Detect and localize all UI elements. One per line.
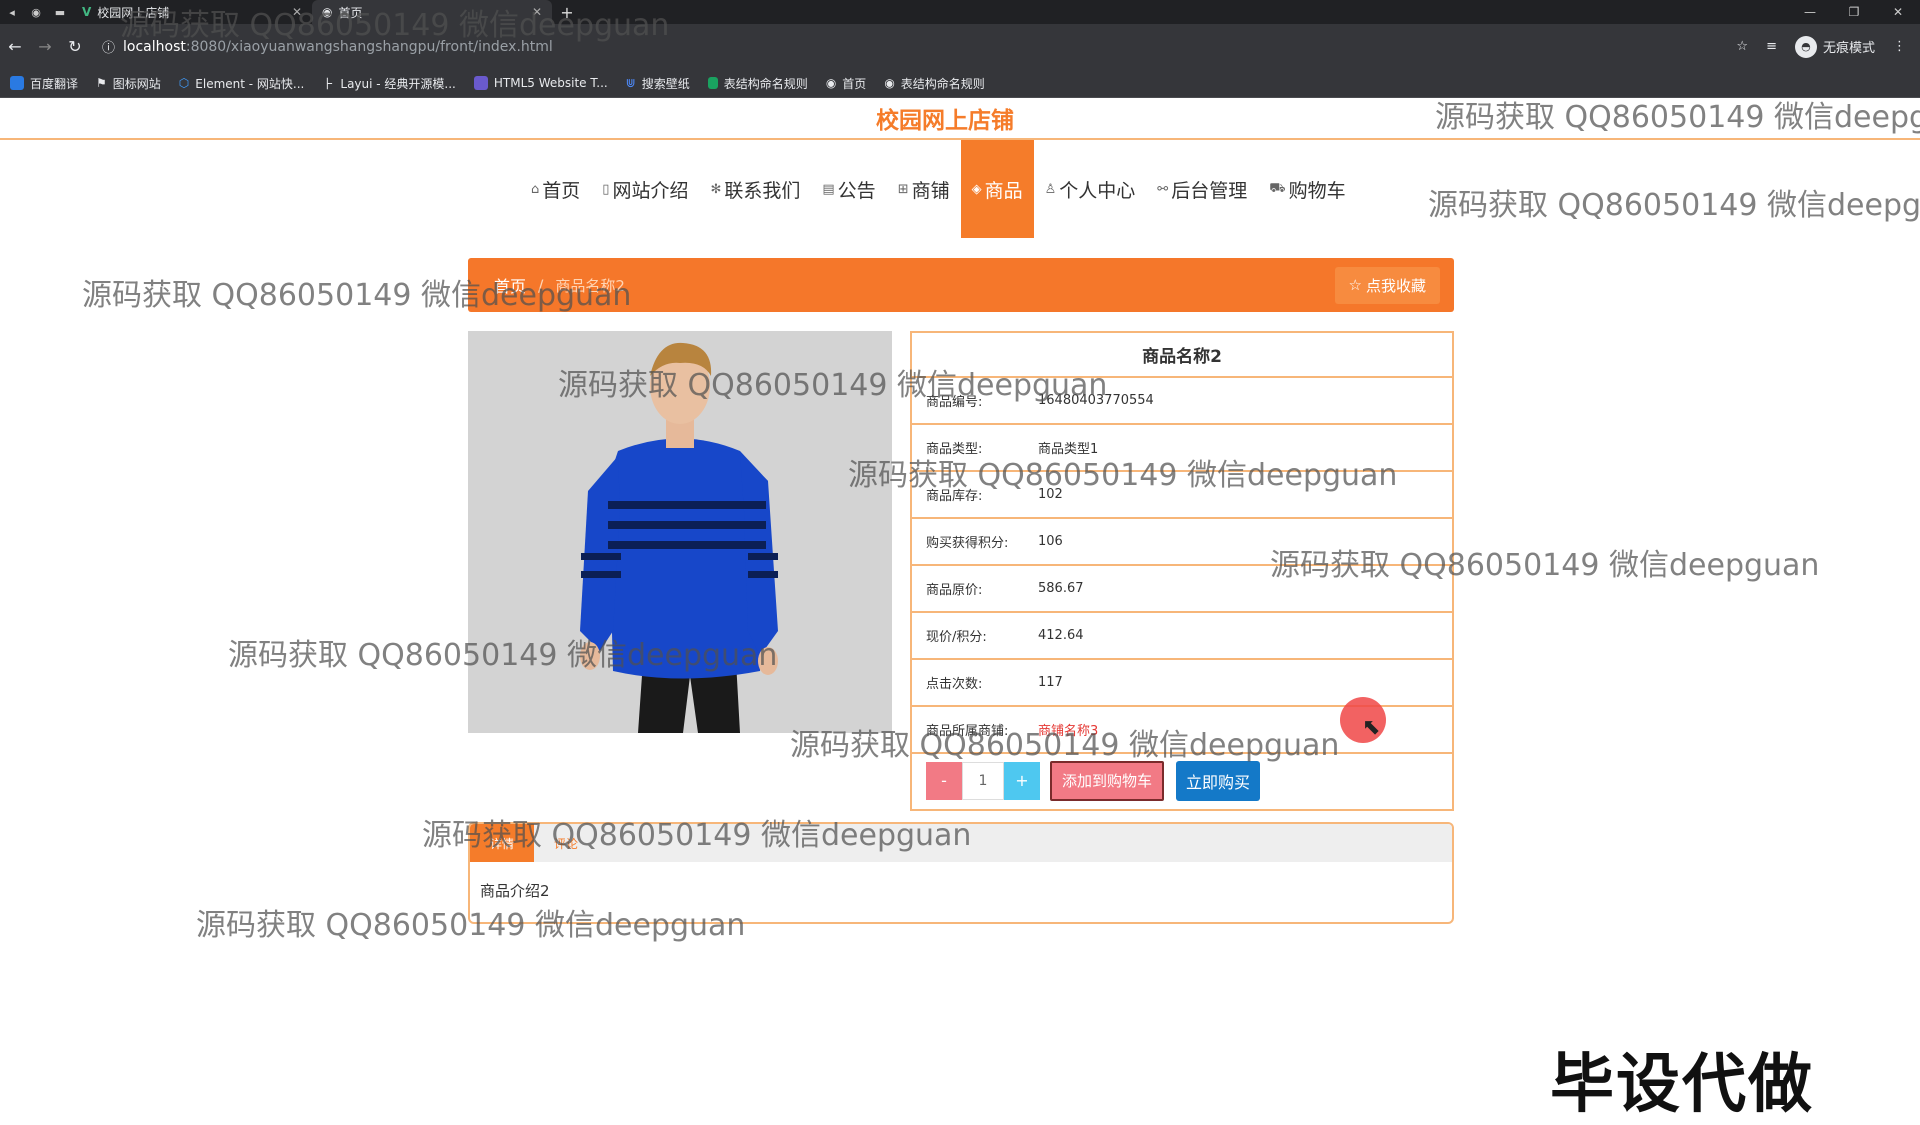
bookmark-item[interactable]: ⚑ 图标网站 bbox=[96, 75, 161, 92]
bookmark-item[interactable]: HTML5 Website T... bbox=[473, 76, 608, 90]
watermark: 源码获取 QQ86050149 微信deepguan bbox=[196, 908, 746, 943]
quantity-input[interactable]: 1 bbox=[962, 761, 1004, 800]
close-window-icon[interactable]: ✕ bbox=[1876, 5, 1920, 19]
nav-item-cart[interactable]: ⛟ 购物车 bbox=[1258, 140, 1356, 238]
bookmark-item[interactable]: ⋓ 搜索壁纸 bbox=[626, 75, 690, 92]
bookmark-item[interactable]: ◉ 首页 bbox=[826, 75, 867, 92]
watermark: 源码获取 QQ86050149 微信deepguan bbox=[422, 818, 972, 853]
element-icon: ⬡ bbox=[178, 76, 190, 90]
nav-item-about[interactable]: ▯ 网站介绍 bbox=[591, 140, 699, 238]
grid-icon: ⊞ bbox=[897, 181, 909, 197]
watermark: 源码获取 QQ86050149 微信deepguan bbox=[82, 278, 632, 313]
home-icon: ⌂ bbox=[531, 181, 540, 197]
watermark: 源码获取 QQ86050149 微信deepguan bbox=[790, 728, 1340, 763]
watermark: 源码获取 QQ86050149 微信deepguan bbox=[228, 638, 778, 673]
nav-item-profile[interactable]: ♙ 个人中心 bbox=[1034, 140, 1147, 238]
window-icon[interactable]: ▬ bbox=[48, 0, 72, 24]
add-to-cart-button[interactable]: 添加到购物车 bbox=[1050, 760, 1165, 801]
file-icon: ▯ bbox=[602, 181, 610, 197]
quantity-stepper: - 1 + bbox=[926, 761, 1040, 800]
bookmark-item[interactable]: 表结构命名规则 bbox=[707, 75, 808, 92]
user-icon: ♙ bbox=[1044, 181, 1057, 197]
menu-icon[interactable]: ⋮ bbox=[1893, 39, 1906, 54]
nav-item-home[interactable]: ⌂ 首页 bbox=[520, 140, 591, 238]
bookmark-item[interactable]: ◉ 表结构命名规则 bbox=[884, 75, 985, 92]
main-nav: ⌂ 首页 ▯ 网站介绍 ✻ 联系我们 ▤ 公告 ⊞ 商铺 ◈ 商品 ♙ 个人中心 ⚯ 后台管理 … bbox=[520, 140, 1357, 238]
corner-overlay-text: 毕设代做 bbox=[1550, 1048, 1814, 1122]
watermark: 源码获取 QQ86050149 微信deepguan bbox=[1428, 188, 1920, 223]
nav-item-shops[interactable]: ⊞ 商铺 bbox=[887, 140, 961, 238]
info-row: 现价/积分: 412.64 bbox=[912, 613, 1452, 660]
reload-icon[interactable]: ↻ bbox=[60, 37, 90, 56]
favorite-button[interactable]: ☆ 点我收藏 bbox=[1334, 266, 1440, 304]
translate-icon bbox=[10, 76, 24, 90]
mouse-cursor-icon: ⬉ bbox=[1362, 715, 1381, 740]
flag-icon: ⚑ bbox=[96, 76, 107, 90]
tab-search-icon[interactable]: ◂ bbox=[0, 0, 24, 24]
incognito-label: 无痕模式 bbox=[1822, 41, 1875, 56]
watermark: 源码获取 QQ86050149 微信deepguan bbox=[120, 8, 670, 43]
asterisk-icon: ✻ bbox=[710, 181, 722, 197]
quantity-decrease-button[interactable]: - bbox=[926, 761, 962, 800]
favorite-label: 点我收藏 bbox=[1365, 276, 1426, 295]
forward-icon[interactable]: → bbox=[30, 37, 60, 56]
bookmark-item[interactable]: ⬡ Element - 网站快... bbox=[179, 75, 305, 92]
wallpaper-icon: ⋓ bbox=[625, 76, 636, 90]
cart-icon: ⛟ bbox=[1269, 180, 1286, 196]
incognito-icon: ◓ bbox=[1794, 35, 1817, 58]
notice-icon: ▤ bbox=[822, 181, 835, 197]
vue-icon: V bbox=[82, 5, 92, 19]
info-icon[interactable]: ⓘ bbox=[102, 37, 115, 56]
minimize-icon[interactable]: — bbox=[1788, 5, 1832, 19]
watermark: 源码获取 QQ86050149 微信deepguan bbox=[848, 458, 1398, 493]
watermark: 源码获取 QQ86050149 微信deepguan bbox=[1270, 548, 1820, 583]
reading-list-icon[interactable]: ≡ bbox=[1766, 39, 1777, 54]
incognito-indicator[interactable]: ◓ 无痕模式 bbox=[1794, 35, 1875, 58]
html5-icon bbox=[473, 76, 488, 90]
back-icon[interactable]: ← bbox=[0, 37, 30, 56]
nav-item-notice[interactable]: ▤ 公告 bbox=[811, 140, 886, 238]
nav-item-products[interactable]: ◈ 商品 bbox=[960, 140, 1034, 238]
globe-icon: ◉ bbox=[884, 76, 895, 90]
site-title: 校园网上店铺 bbox=[876, 108, 1014, 134]
nav-item-admin[interactable]: ⚯ 后台管理 bbox=[1146, 140, 1258, 238]
web-page: 校园网上店铺 ⌂ 首页 ▯ 网站介绍 ✻ 联系我们 ▤ 公告 ⊞ 商铺 ◈ 商品 ♙ 个人中心… bbox=[0, 8, 1920, 1122]
star-icon: ☆ bbox=[1348, 276, 1362, 294]
tag-icon: ◈ bbox=[971, 181, 982, 197]
sheet-icon bbox=[707, 77, 718, 89]
watermark: 源码获取 QQ86050149 微信deepguan bbox=[1435, 100, 1920, 135]
quantity-increase-button[interactable]: + bbox=[1004, 761, 1040, 800]
link-icon: ⚯ bbox=[1157, 181, 1169, 197]
layui-icon: ⺊ bbox=[322, 76, 335, 91]
bookmark-item[interactable]: ⺊ Layui - 经典开源模... bbox=[322, 75, 456, 92]
bookmark-item[interactable]: 百度翻译 bbox=[10, 75, 78, 92]
watermark: 源码获取 QQ86050149 微信deepguan bbox=[558, 368, 1108, 403]
nav-item-contact[interactable]: ✻ 联系我们 bbox=[699, 140, 811, 238]
globe-icon: ◉ bbox=[825, 76, 837, 90]
star-icon[interactable]: ☆ bbox=[1736, 39, 1748, 54]
globe-icon[interactable]: ◉ bbox=[24, 0, 48, 24]
restore-icon[interactable]: ❐ bbox=[1832, 5, 1876, 19]
buy-now-button[interactable]: 立即购买 bbox=[1176, 760, 1261, 801]
